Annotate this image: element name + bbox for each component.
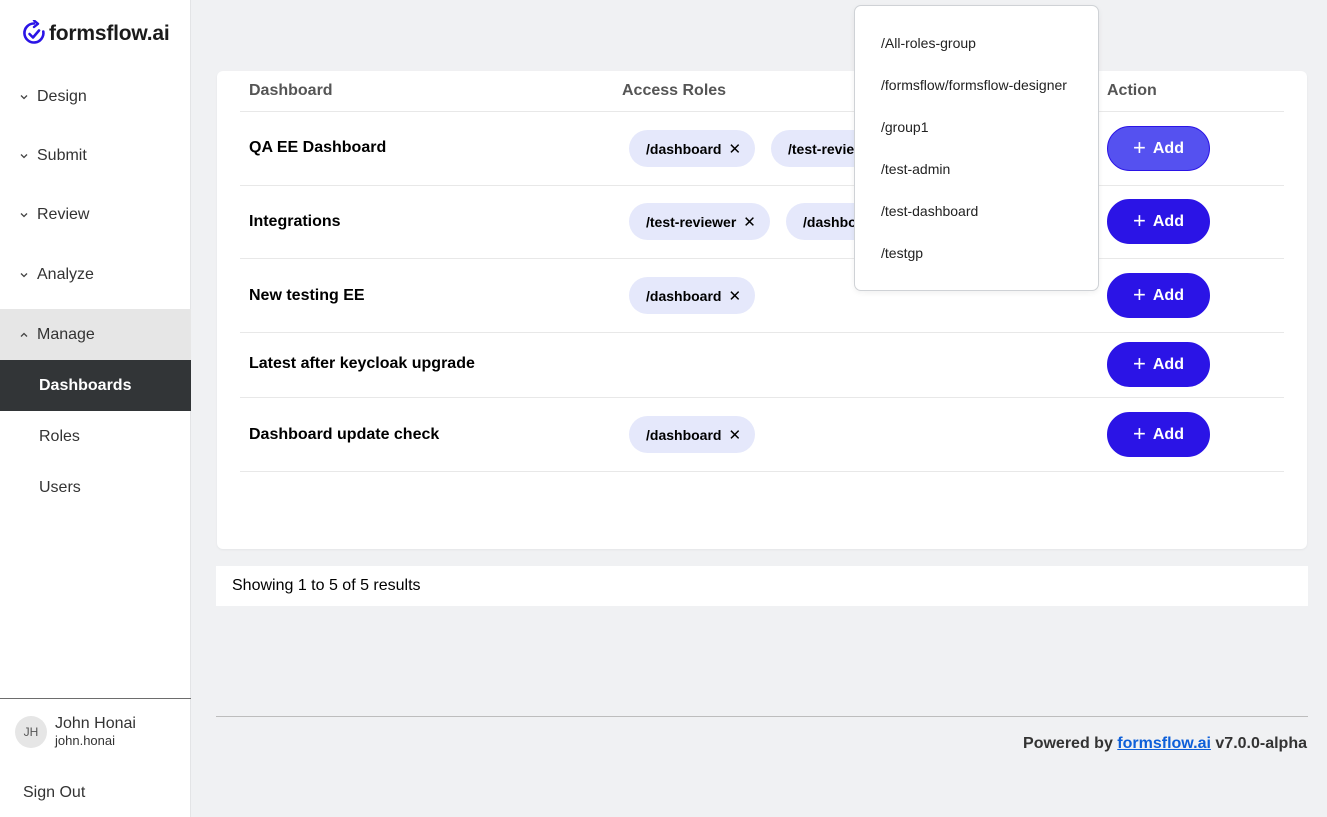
column-header-action: Action: [1107, 82, 1157, 99]
role-chip-label: /dashboard: [646, 140, 722, 157]
add-role-button[interactable]: + Add: [1107, 273, 1210, 318]
role-chip: /dashboard ✕: [629, 130, 756, 167]
role-chip-label: /test-reviewer: [646, 213, 737, 230]
add-button-label: Add: [1152, 212, 1184, 230]
row-divider: [240, 471, 1284, 472]
plus-icon: +: [1133, 420, 1146, 446]
footer-prefix: Powered by: [1023, 735, 1113, 752]
sign-out-link[interactable]: Sign Out: [23, 784, 85, 802]
add-button-label: Add: [1152, 286, 1184, 304]
column-header-access-roles: Access Roles: [622, 82, 727, 99]
nav-section-label: Manage: [37, 325, 95, 343]
sidebar-divider: [0, 698, 191, 699]
table-row: New testing EE /dashboard ✕ + Add: [217, 259, 1307, 332]
dropdown-option[interactable]: /group1: [881, 118, 928, 136]
nav-section-submit[interactable]: Submit: [0, 131, 191, 181]
chevron-down-icon: [20, 213, 28, 218]
add-role-button[interactable]: + Add: [1107, 412, 1210, 457]
nav-section-analyze[interactable]: Analyze: [0, 250, 191, 300]
user-name: John Honai: [55, 715, 136, 732]
chevron-down-icon: [20, 273, 28, 278]
role-chip-label: /dashboard: [646, 426, 722, 443]
nav-section-design[interactable]: Design: [0, 72, 191, 122]
column-header-dashboard: Dashboard: [249, 82, 333, 99]
nav-section-label: Submit: [37, 147, 87, 164]
footer-version: v7.0.0-alpha: [1215, 735, 1307, 752]
footer-divider: [216, 716, 1308, 717]
sidebar: formsflow.ai Design Submit Review Analyz…: [0, 0, 191, 817]
add-button-label: Add: [1152, 425, 1184, 443]
plus-icon: +: [1133, 350, 1146, 376]
footer-link[interactable]: formsflow.ai: [1117, 735, 1211, 752]
nav-section-review[interactable]: Review: [0, 190, 191, 240]
sidebar-item-dashboards[interactable]: Dashboards: [0, 360, 191, 411]
table-row: Dashboard update check /dashboard ✕ + Ad…: [217, 398, 1307, 471]
footer-powered-by: Powered by formsflow.ai v7.0.0-alpha: [1023, 735, 1307, 753]
brand-logo[interactable]: formsflow.ai: [22, 20, 170, 48]
close-icon[interactable]: ✕: [728, 287, 741, 305]
avatar: JH: [15, 715, 47, 748]
plus-icon: +: [1133, 281, 1146, 307]
user-handle: john.honai: [55, 733, 115, 748]
nav-section-manage[interactable]: Manage: [0, 309, 191, 360]
nav-section-label: Analyze: [37, 266, 94, 283]
add-role-button[interactable]: + Add: [1107, 342, 1210, 387]
pagination-summary: Showing 1 to 5 of 5 results: [216, 566, 1308, 606]
role-chip: /dashboard ✕: [629, 277, 756, 314]
formsflow-logo-icon: [23, 20, 45, 44]
close-icon[interactable]: ✕: [743, 213, 756, 231]
dropdown-option[interactable]: /formsflow/formsflow-designer: [881, 76, 1067, 94]
chevron-down-icon: [20, 95, 28, 100]
chevron-up-icon: [20, 332, 28, 337]
role-chip: /dashboard ✕: [629, 416, 756, 453]
nav-section-label: Design: [37, 88, 87, 105]
chevron-down-icon: [20, 154, 28, 159]
role-chip: /test-reviewer ✕: [629, 203, 770, 240]
dropdown-option[interactable]: /test-admin: [881, 160, 950, 178]
nav-section-label: Review: [37, 206, 90, 223]
dashboard-name: Dashboard update check: [249, 426, 440, 443]
dashboard-name: Integrations: [249, 213, 341, 230]
dropdown-option[interactable]: /All-roles-group: [881, 34, 976, 52]
add-role-button[interactable]: + Add: [1107, 126, 1210, 171]
role-dropdown-menu: /All-roles-group /formsflow/formsflow-de…: [854, 5, 1099, 291]
add-role-button[interactable]: + Add: [1107, 199, 1210, 244]
sidebar-item-users[interactable]: Users: [0, 462, 191, 513]
dropdown-option[interactable]: /testgp: [881, 244, 923, 262]
dashboards-table: Dashboard Access Roles Action QA EE Dash…: [217, 71, 1307, 549]
dashboard-name: Latest after keycloak upgrade: [249, 355, 475, 372]
table-row: Latest after keycloak upgrade + Add: [217, 333, 1307, 397]
plus-icon: +: [1133, 207, 1146, 233]
add-button-label: Add: [1152, 355, 1184, 373]
plus-icon: +: [1133, 134, 1146, 160]
table-row: Integrations /test-reviewer ✕ /dashboard…: [217, 186, 1307, 259]
dashboard-name: New testing EE: [249, 287, 365, 304]
dropdown-option[interactable]: /test-dashboard: [881, 202, 978, 220]
brand-name: formsflow.ai: [49, 22, 170, 45]
sidebar-item-roles[interactable]: Roles: [0, 411, 191, 462]
role-chip-label: /dashboard: [646, 287, 722, 304]
close-icon[interactable]: ✕: [728, 140, 741, 158]
add-button-label: Add: [1152, 139, 1184, 157]
user-profile[interactable]: JH John Honai john.honai: [15, 715, 136, 748]
close-icon[interactable]: ✕: [728, 426, 741, 444]
dashboard-name: QA EE Dashboard: [249, 139, 387, 156]
table-row: QA EE Dashboard /dashboard ✕ /test-revie…: [217, 112, 1307, 186]
